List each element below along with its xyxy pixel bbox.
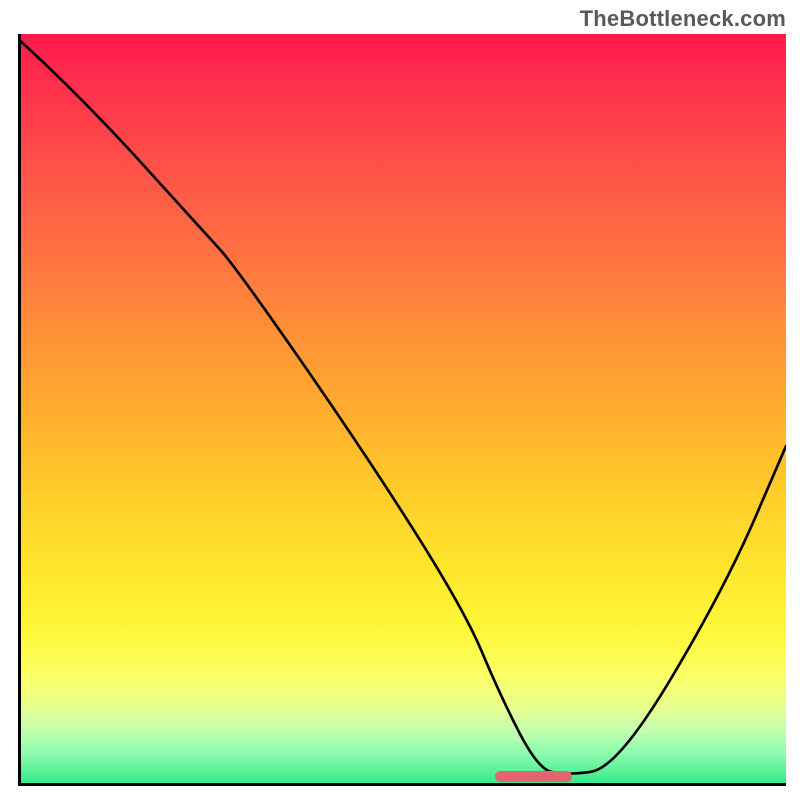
plot-area [18,34,786,786]
watermark-label: TheBottleneck.com [580,6,786,32]
bottleneck-curve-path [21,41,786,773]
chart-stage: TheBottleneck.com [0,0,800,800]
curve-svg [21,34,786,783]
optimal-marker [495,771,572,782]
